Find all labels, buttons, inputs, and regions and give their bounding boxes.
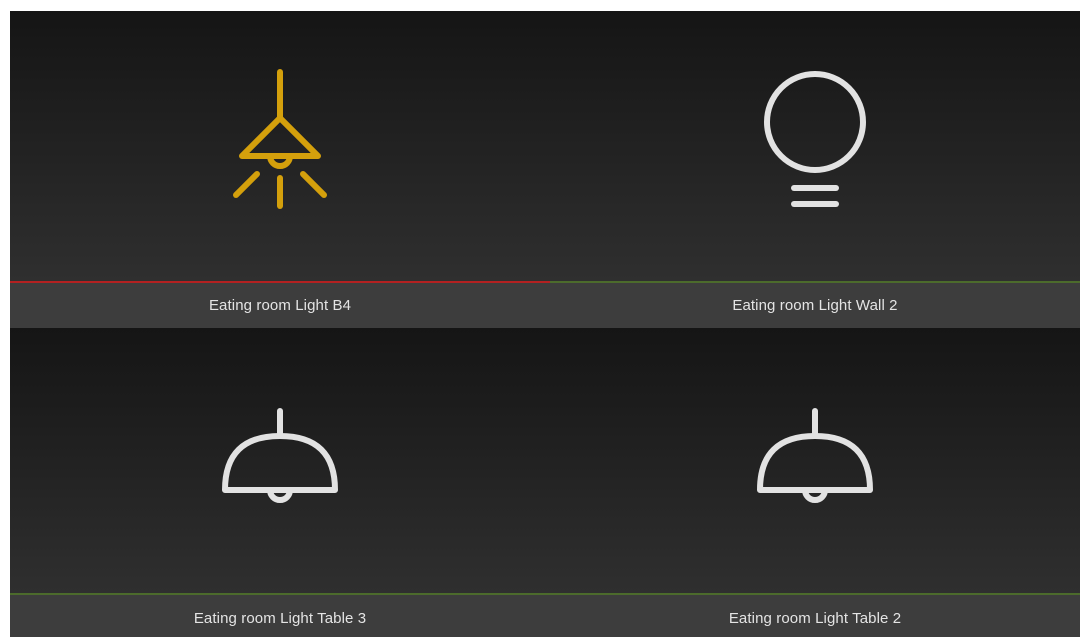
tile-eating-room-light-table-2[interactable]: Eating room Light Table 2 [550,328,1080,637]
tile-icon-area [550,11,1080,281]
ceiling-lamp-on-icon [233,69,327,209]
tile-eating-room-light-b4[interactable]: Eating room Light B4 [10,11,550,328]
tile-label: Eating room Light Wall 2 [550,283,1080,328]
tile-label: Eating room Light B4 [10,283,550,328]
tile-eating-room-light-table-3[interactable]: Eating room Light Table 3 [10,328,550,637]
tile-eating-room-light-wall-2[interactable]: Eating room Light Wall 2 [550,11,1080,328]
tile-label: Eating room Light Table 2 [550,595,1080,637]
pendant-lamp-off-icon [222,407,338,503]
light-bulb-off-icon [764,71,866,207]
tile-icon-area [550,328,1080,593]
tile-icon-area [10,11,550,281]
light-tiles-grid: Eating room Light B4 Eating room Light W… [10,11,1080,637]
tile-label: Eating room Light Table 3 [10,595,550,637]
tile-icon-area [10,328,550,593]
pendant-lamp-off-icon [757,407,873,503]
